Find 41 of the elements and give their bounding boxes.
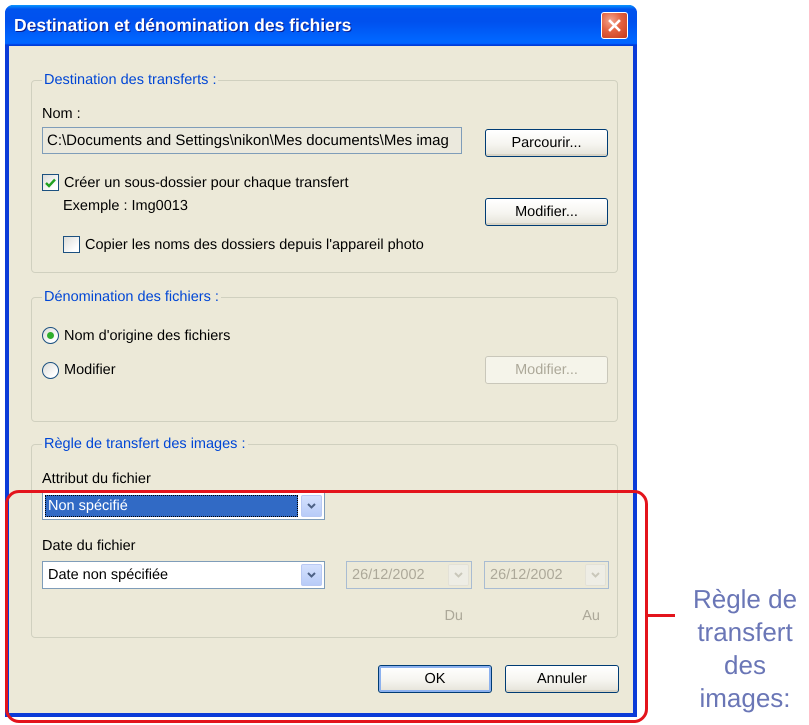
check-icon (45, 178, 56, 188)
checkbox[interactable] (63, 236, 80, 253)
dropdown-arrow-button[interactable] (301, 564, 322, 586)
field-label: Nom : (42, 106, 81, 122)
date-caption: Du (444, 608, 464, 624)
dropdown[interactable]: Date non spécifiée (42, 561, 325, 589)
cancel-button[interactable]: Annuler (505, 665, 619, 693)
checkbox-label[interactable]: Copier les noms des dossiers depuis l'appareil photo (85, 236, 424, 252)
dropdown-value: Non spécifié (45, 495, 298, 517)
group-title: Règle de transfert des images : (43, 436, 246, 452)
radio-label[interactable]: Nom d'origine des fichiers (64, 328, 230, 344)
modify-button[interactable]: Modifier... (485, 198, 608, 226)
dropdown[interactable]: Non spécifié (42, 492, 325, 520)
dropdown-value: 26/12/2002 (351, 566, 426, 585)
ok-button[interactable]: OK (378, 665, 492, 693)
close-icon (608, 19, 621, 32)
window-title: Destination et dénomination des fichiers (14, 15, 352, 36)
dot-icon (47, 332, 54, 339)
checkbox-label[interactable]: Créer un sous-dossier pour chaque transfert (64, 174, 349, 190)
example-text: Exemple : Img0013 (63, 198, 188, 216)
chevron-down-icon (454, 572, 463, 578)
callout-label: Règle de transfert des images: (692, 583, 798, 715)
radio-button[interactable] (42, 362, 59, 378)
browse-button[interactable]: Parcourir... (485, 129, 608, 157)
field-label: Date du fichier (42, 538, 136, 554)
chevron-down-icon (591, 572, 600, 578)
leader-line (647, 614, 675, 617)
date-caption: Au (582, 608, 601, 624)
radio-label[interactable]: Modifier (64, 362, 116, 378)
chevron-down-icon (307, 503, 316, 509)
dropdown-value: 26/12/2002 (489, 566, 564, 585)
radio-button[interactable] (42, 327, 59, 344)
chevron-down-icon (307, 572, 316, 578)
path-field[interactable]: C:\Documents and Settings\nikon\Mes documents\Mes imag (42, 127, 462, 154)
group-title: Destination des transferts : (43, 72, 218, 88)
group-title: Dénomination des fichiers : (43, 289, 220, 305)
field-label: Attribut du fichier (42, 471, 151, 487)
close-button[interactable] (601, 12, 628, 39)
dropdown-arrow-button[interactable] (301, 495, 322, 517)
checkbox[interactable] (42, 174, 59, 191)
dropdown-value: Date non spécifiée (47, 566, 170, 585)
